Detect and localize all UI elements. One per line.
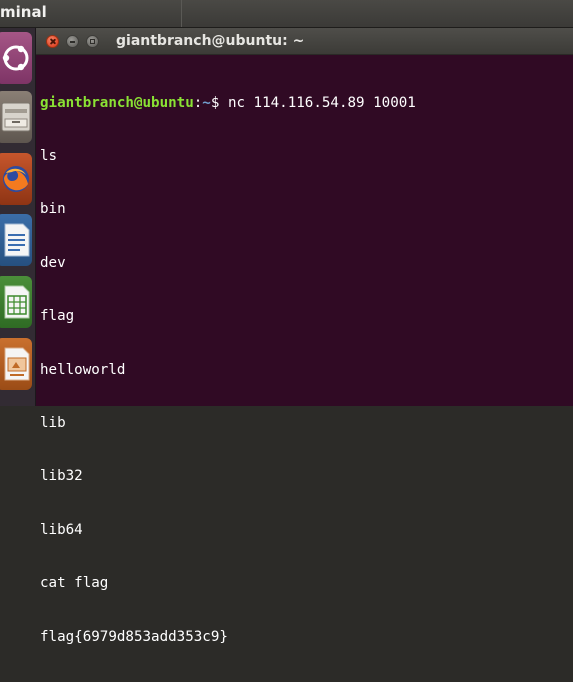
writer-icon[interactable] — [0, 214, 32, 266]
prompt-colon: : — [193, 94, 203, 111]
output-line: lib64 — [40, 521, 83, 538]
command-text: nc 114.116.54.89 10001 — [227, 94, 416, 111]
close-button[interactable] — [46, 35, 59, 48]
prompt-user-host: giantbranch@ubuntu — [40, 94, 194, 111]
maximize-button[interactable] — [86, 35, 99, 48]
command-line: giantbranch@ubuntu:~$ nc 114.116.54.89 1… — [40, 95, 573, 113]
flag-output-line: flag{6979d853add353c9} — [40, 628, 228, 645]
output-line: lib — [40, 414, 66, 431]
output-line: ls — [40, 147, 58, 164]
top-panel: minal — [0, 0, 573, 28]
terminal-output[interactable]: giantbranch@ubuntu:~$ nc 114.116.54.89 1… — [40, 59, 573, 682]
panel-divider — [181, 0, 182, 27]
output-line: flag — [40, 308, 75, 325]
window-titlebar[interactable]: giantbranch@ubuntu: ~ — [36, 28, 573, 55]
output-line: helloworld — [40, 361, 126, 378]
prompt-symbol: $ — [210, 94, 228, 111]
files-icon[interactable] — [0, 91, 32, 143]
output-line: cat flag — [40, 575, 109, 592]
output-line: dev — [40, 254, 66, 271]
minimize-button[interactable] — [66, 35, 79, 48]
output-line: lib32 — [40, 468, 83, 485]
ubuntu-dash-icon[interactable] — [0, 32, 32, 84]
app-menu-title[interactable]: minal — [0, 3, 47, 21]
impress-icon[interactable] — [0, 338, 32, 390]
output-line: bin — [40, 201, 66, 218]
firefox-icon[interactable] — [0, 153, 32, 205]
prompt-path: ~ — [202, 94, 211, 111]
launcher — [0, 28, 36, 406]
terminal-window[interactable]: giantbranch@ubuntu: ~ giantbranch@ubuntu… — [36, 28, 573, 645]
calc-icon[interactable] — [0, 276, 32, 328]
window-title: giantbranch@ubuntu: ~ — [116, 33, 305, 49]
